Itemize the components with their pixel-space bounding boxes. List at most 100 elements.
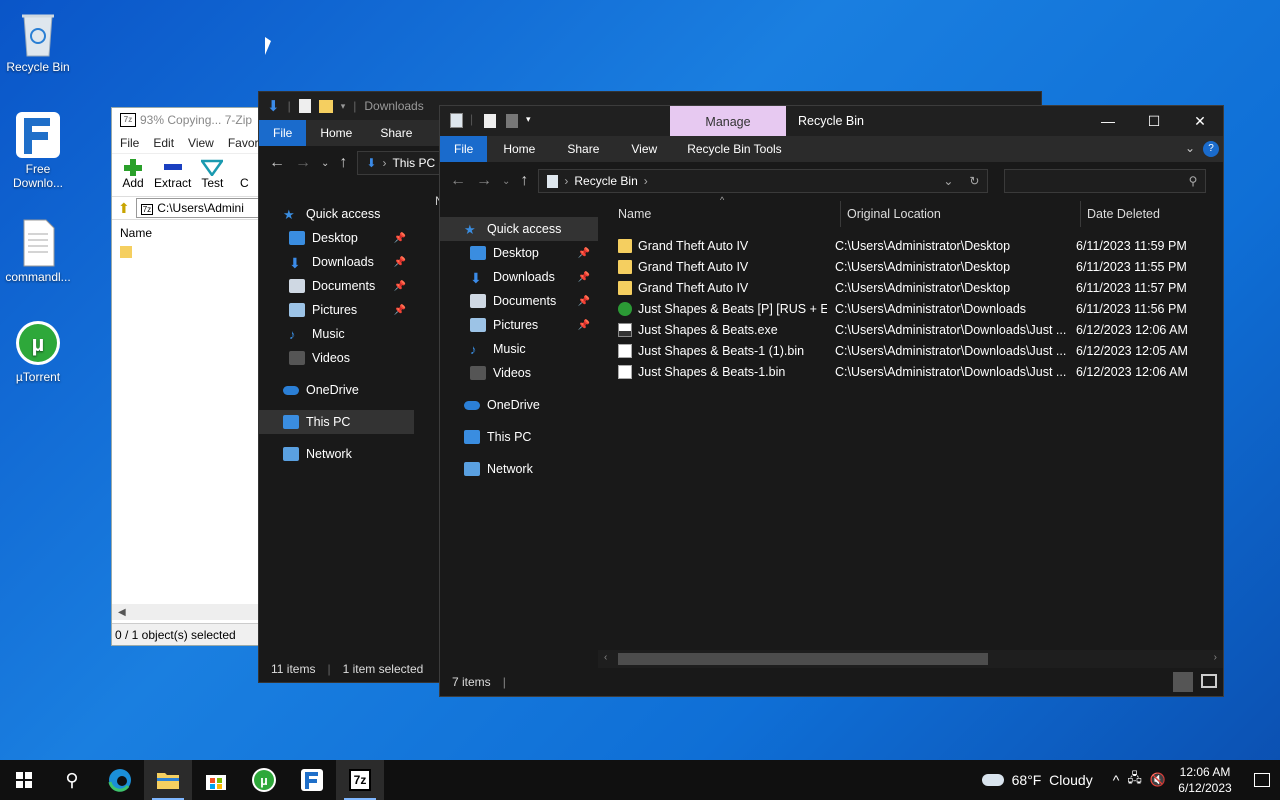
nav-music[interactable]: ♪ Music [440, 337, 598, 361]
table-row[interactable]: Grand Theft Auto IV C:\Users\Administrato… [598, 277, 1223, 298]
weather-cloud-icon[interactable] [981, 774, 1004, 786]
taskbar-edge[interactable] [96, 760, 144, 800]
table-row[interactable]: Grand Theft Auto IV C:\Users\Administrato… [598, 235, 1223, 256]
scroll-left-icon[interactable]: ◀ [112, 607, 126, 618]
taskbar-store[interactable] [192, 760, 240, 800]
sevenzip-file-list[interactable]: Name [112, 220, 260, 600]
up-folder-icon[interactable]: ⬆ [118, 200, 130, 217]
scrollbar-thumb[interactable] [618, 653, 988, 665]
manage-context-tab[interactable]: Manage [670, 106, 786, 136]
nav-videos[interactable]: Videos [259, 346, 414, 370]
address-dropdown-icon[interactable]: ⌄ [943, 174, 953, 188]
forward-arrow-icon[interactable]: → [295, 154, 311, 172]
large-icons-view-icon[interactable] [1201, 674, 1217, 688]
ribbon-expand-icon[interactable]: ⌄ [1185, 141, 1195, 155]
menu-favorites[interactable]: Favori [228, 132, 260, 153]
nav-network[interactable]: Network [259, 442, 414, 466]
taskbar-utorrent[interactable]: µ [240, 760, 288, 800]
nav-pictures[interactable]: Pictures 📌 [440, 313, 598, 337]
nav-documents[interactable]: Documents 📌 [440, 289, 598, 313]
close-button[interactable]: ✕ [1177, 106, 1223, 136]
pin-icon[interactable]: 📌 [394, 233, 406, 244]
network-icon[interactable]: 🖧 [1127, 769, 1142, 791]
up-arrow-icon[interactable]: ↑ [339, 154, 347, 172]
desktop-icon-recycle-bin[interactable]: Recycle Bin [0, 8, 76, 74]
desktop-icon-free-download-manager[interactable]: Free Downlo... [0, 110, 76, 190]
table-row[interactable]: Just Shapes & Beats [P] [RUS + EN... C:\U… [598, 298, 1223, 319]
column-name[interactable]: Name [120, 226, 252, 240]
nav-desktop[interactable]: Desktop 📌 [440, 241, 598, 265]
nav-quick-access[interactable]: ★ Quick access [440, 217, 598, 241]
pin-icon[interactable]: 📌 [394, 281, 406, 292]
recent-dropdown-icon[interactable]: ⌄ [502, 176, 510, 187]
scroll-right-icon[interactable]: › [1214, 652, 1217, 663]
column-date-deleted[interactable]: Date Deleted [1081, 201, 1221, 227]
help-icon[interactable]: ? [1203, 141, 1219, 157]
taskbar-7zip[interactable]: 7z [336, 760, 384, 800]
tab-share[interactable]: Share [551, 136, 615, 162]
address-this-pc[interactable]: This PC [392, 156, 435, 170]
details-view-icon[interactable] [1173, 672, 1193, 692]
desktop-icon-commandline-file[interactable]: commandl... [0, 218, 76, 284]
test-button[interactable]: Test [199, 158, 225, 196]
scroll-left-icon[interactable]: ‹ [604, 652, 607, 663]
weather-text[interactable]: 68°F Cloudy [1012, 772, 1093, 788]
refresh-icon[interactable]: ↻ [969, 174, 979, 188]
volume-muted-icon[interactable]: 🔇 [1150, 772, 1166, 788]
recycle-file-list[interactable]: ^ Name Original Location Date Deleted Gr… [598, 195, 1223, 668]
start-button[interactable] [0, 760, 48, 800]
nav-this-pc[interactable]: This PC [259, 410, 414, 434]
recent-dropdown-icon[interactable]: ⌄ [321, 158, 329, 169]
recycle-bin-window[interactable]: | ▾ Manage Recycle Bin — ☐ ✕ File Home S… [439, 105, 1224, 697]
address-recycle-bin[interactable]: Recycle Bin [574, 174, 637, 188]
nav-documents[interactable]: Documents 📌 [259, 274, 414, 298]
column-original-location[interactable]: Original Location [841, 201, 1081, 227]
table-row[interactable]: Just Shapes & Beats.exe C:\Users\Administ… [598, 319, 1223, 340]
tab-file[interactable]: File [440, 136, 488, 162]
pin-icon[interactable]: 📌 [394, 257, 406, 268]
tab-view[interactable]: View [615, 136, 673, 162]
pin-icon[interactable]: 📌 [578, 296, 590, 307]
nav-videos[interactable]: Videos [440, 361, 598, 385]
qat-dropdown-icon[interactable]: ▾ [341, 101, 346, 112]
table-row[interactable]: Just Shapes & Beats-1 (1).bin C:\Users\Ad… [598, 340, 1223, 361]
taskbar-free-download-manager[interactable] [288, 760, 336, 800]
tab-home[interactable]: Home [306, 120, 366, 146]
add-button[interactable]: Add [122, 158, 144, 196]
nav-music[interactable]: ♪ Music [259, 322, 414, 346]
nav-onedrive[interactable]: OneDrive [259, 378, 414, 402]
nav-quick-access[interactable]: ★ Quick access [259, 202, 414, 226]
search-button[interactable]: ⚲ [48, 760, 96, 800]
maximize-button[interactable]: ☐ [1131, 106, 1177, 136]
pin-icon[interactable]: 📌 [394, 305, 406, 316]
forward-arrow-icon[interactable]: → [476, 172, 492, 190]
tab-home[interactable]: Home [487, 136, 551, 162]
properties-icon[interactable] [484, 114, 496, 128]
clock[interactable]: 12:06 AM 6/12/2023 [1174, 764, 1236, 796]
nav-downloads[interactable]: ⬇ Downloads 📌 [259, 250, 414, 274]
nav-desktop[interactable]: Desktop 📌 [259, 226, 414, 250]
qat-dropdown-icon[interactable]: ▾ [526, 114, 531, 125]
tab-recycle-bin-tools[interactable]: Recycle Bin Tools [673, 136, 796, 162]
pin-icon[interactable]: 📌 [578, 320, 590, 331]
taskbar-file-explorer[interactable] [144, 760, 192, 800]
empty-bin-icon[interactable] [506, 114, 518, 128]
new-folder-icon[interactable] [318, 99, 333, 113]
nav-network[interactable]: Network [440, 457, 598, 481]
folder-icon[interactable] [120, 246, 132, 258]
chevron-up-icon[interactable]: ^ [1113, 772, 1120, 788]
menu-edit[interactable]: Edit [153, 132, 174, 153]
downloads-address-bar[interactable]: ⬇ › This PC [357, 151, 448, 175]
tab-share[interactable]: Share [366, 120, 426, 146]
extract-button[interactable]: Extract [154, 158, 191, 196]
minimize-button[interactable]: — [1085, 106, 1131, 136]
recycle-address-bar[interactable]: › Recycle Bin › ⌄ ↻ [538, 169, 989, 193]
nav-pictures[interactable]: Pictures 📌 [259, 298, 414, 322]
search-input[interactable]: ⚲ [1004, 169, 1207, 193]
sevenzip-path-field[interactable]: 7z C:\Users\Admini [135, 198, 260, 218]
pin-icon[interactable]: 📌 [578, 272, 590, 283]
table-row[interactable]: Grand Theft Auto IV C:\Users\Administrato… [598, 256, 1223, 277]
up-arrow-icon[interactable]: ↑ [520, 172, 528, 190]
pin-icon[interactable]: 📌 [578, 248, 590, 259]
copy-button[interactable]: C [233, 158, 255, 196]
